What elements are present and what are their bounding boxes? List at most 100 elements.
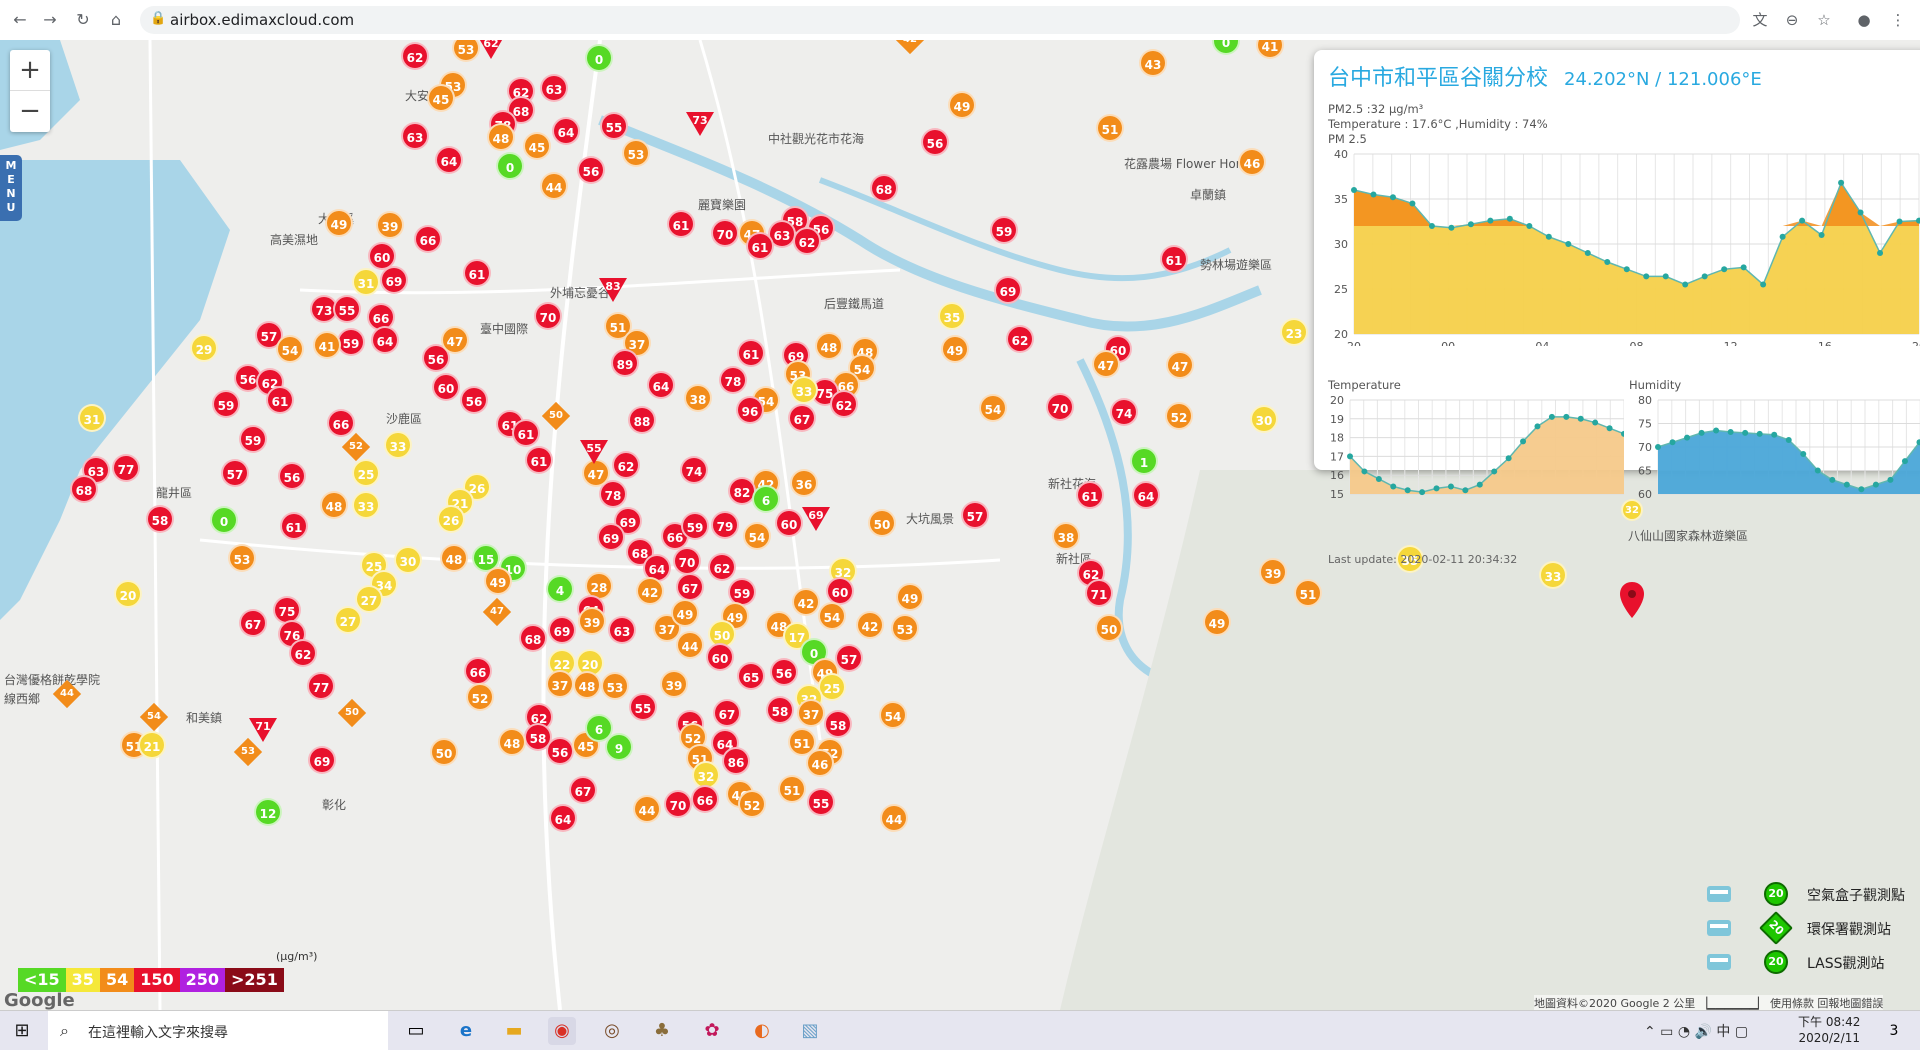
airbox-marker[interactable]: 57: [835, 644, 863, 672]
airbox-marker[interactable]: 56: [460, 386, 488, 414]
lass-station-marker[interactable]: 62: [477, 40, 505, 59]
airbox-marker[interactable]: 49: [671, 599, 699, 627]
airbox-marker[interactable]: 55: [333, 295, 361, 323]
airbox-marker[interactable]: 36: [790, 469, 818, 497]
taskbar-search[interactable]: ⌕ 在這裡輸入文字來搜尋: [48, 1011, 388, 1050]
airbox-marker[interactable]: 59: [239, 425, 267, 453]
airbox-marker[interactable]: 64: [647, 371, 675, 399]
airbox-marker[interactable]: 33: [352, 491, 380, 519]
airbox-marker[interactable]: 59: [681, 512, 709, 540]
airbox-marker[interactable]: 44: [880, 804, 908, 832]
airbox-marker[interactable]: 70: [673, 547, 701, 575]
airbox-marker[interactable]: 56: [921, 128, 949, 156]
airbox-marker[interactable]: 67: [713, 699, 741, 727]
airbox-marker[interactable]: 33: [790, 376, 818, 404]
app-icon-3[interactable]: ✿: [698, 1017, 726, 1045]
airbox-marker[interactable]: 35: [938, 302, 966, 330]
airbox-marker[interactable]: 64: [552, 117, 580, 145]
airbox-marker[interactable]: 60: [432, 373, 460, 401]
airbox-marker[interactable]: 60: [826, 577, 854, 605]
chrome-icon[interactable]: ◉: [548, 1017, 576, 1045]
airbox-marker[interactable]: 53: [622, 139, 650, 167]
airbox-marker[interactable]: 51: [1096, 114, 1124, 142]
airbox-marker[interactable]: 56: [278, 462, 306, 490]
airbox-marker[interactable]: 49: [325, 209, 353, 237]
airbox-marker[interactable]: 31: [352, 268, 380, 296]
airbox-marker[interactable]: 56: [577, 156, 605, 184]
airbox-marker[interactable]: 66: [327, 409, 355, 437]
reload-icon[interactable]: ↻: [73, 10, 93, 30]
lass-station-marker[interactable]: 71: [249, 718, 277, 742]
airbox-marker[interactable]: 64: [435, 146, 463, 174]
airbox-marker[interactable]: 56: [546, 737, 574, 765]
airbox-marker[interactable]: 59: [990, 216, 1018, 244]
airbox-marker[interactable]: 67: [569, 776, 597, 804]
airbox-marker[interactable]: 56: [770, 658, 798, 686]
airbox-marker[interactable]: 69: [994, 276, 1022, 304]
airbox-marker[interactable]: 33: [1539, 561, 1567, 589]
airbox-marker[interactable]: 79: [711, 511, 739, 539]
zoom-in-button[interactable]: +: [10, 50, 50, 90]
airbox-marker[interactable]: 88: [628, 406, 656, 434]
airbox-marker[interactable]: 30: [394, 546, 422, 574]
app-icon-5[interactable]: ▧: [796, 1017, 824, 1045]
airbox-marker[interactable]: 39: [376, 211, 404, 239]
airbox-marker[interactable]: 89: [611, 349, 639, 377]
airbox-marker[interactable]: 62: [793, 227, 821, 255]
airbox-marker[interactable]: 58: [146, 505, 174, 533]
airbox-marker[interactable]: 25: [352, 459, 380, 487]
airbox-marker[interactable]: 26: [437, 505, 465, 533]
airbox-marker[interactable]: 59: [212, 390, 240, 418]
airbox-marker[interactable]: 62: [289, 639, 317, 667]
airbox-marker[interactable]: 70: [534, 302, 562, 330]
epa-station-marker[interactable]: 47: [482, 597, 512, 627]
airbox-marker[interactable]: 27: [334, 606, 362, 634]
airbox-marker[interactable]: 61: [746, 232, 774, 260]
airbox-marker[interactable]: 65: [737, 662, 765, 690]
airbox-marker[interactable]: 66: [691, 785, 719, 813]
airbox-marker[interactable]: 42: [856, 611, 884, 639]
airbox-marker[interactable]: 68: [70, 475, 98, 503]
zoom-icon[interactable]: ⊖: [1782, 10, 1802, 30]
airbox-marker[interactable]: 51: [778, 775, 806, 803]
airbox-marker[interactable]: 60: [706, 643, 734, 671]
airbox-marker[interactable]: 54: [276, 335, 304, 363]
airbox-marker[interactable]: 53: [601, 672, 629, 700]
airbox-marker[interactable]: 68: [519, 624, 547, 652]
airbox-marker[interactable]: 29: [190, 334, 218, 362]
airbox-marker[interactable]: 46: [806, 749, 834, 777]
airbox-marker[interactable]: 48: [440, 544, 468, 572]
airbox-marker[interactable]: 71: [1085, 579, 1113, 607]
airbox-marker[interactable]: 77: [112, 454, 140, 482]
airbox-marker[interactable]: 62: [612, 451, 640, 479]
airbox-marker[interactable]: 67: [788, 404, 816, 432]
airbox-marker[interactable]: 63: [608, 616, 636, 644]
airbox-marker[interactable]: 77: [307, 672, 335, 700]
airbox-marker[interactable]: 44: [676, 631, 704, 659]
airbox-marker[interactable]: 0: [585, 44, 613, 72]
task-view-icon[interactable]: ▭: [402, 1017, 430, 1045]
airbox-marker[interactable]: 43: [1139, 49, 1167, 77]
airbox-marker[interactable]: 31: [78, 404, 106, 432]
airbox-marker[interactable]: 62: [708, 553, 736, 581]
airbox-marker[interactable]: 46: [1238, 148, 1266, 176]
airbox-marker[interactable]: 1: [1130, 447, 1158, 475]
airbox-marker[interactable]: 57: [961, 501, 989, 529]
airbox-marker[interactable]: 61: [280, 512, 308, 540]
airbox-marker[interactable]: 69: [597, 523, 625, 551]
airbox-marker[interactable]: 0: [496, 152, 524, 180]
back-icon[interactable]: ←: [10, 10, 30, 30]
epa-station-marker[interactable]: 50: [541, 401, 571, 431]
airbox-marker[interactable]: 59: [337, 328, 365, 356]
lass-station-marker[interactable]: 55: [580, 440, 608, 464]
airbox-marker[interactable]: 60: [775, 509, 803, 537]
airbox-marker[interactable]: 45: [523, 132, 551, 160]
airbox-marker[interactable]: 50: [1095, 614, 1123, 642]
profile-icon[interactable]: ●: [1854, 10, 1874, 30]
airbox-marker[interactable]: 54: [743, 522, 771, 550]
airbox-marker[interactable]: 39: [1259, 558, 1287, 586]
airbox-marker[interactable]: 21: [138, 731, 166, 759]
airbox-marker[interactable]: 96: [736, 396, 764, 424]
zoom-out-button[interactable]: −: [10, 91, 50, 131]
edge-browser-icon[interactable]: e: [452, 1017, 480, 1045]
